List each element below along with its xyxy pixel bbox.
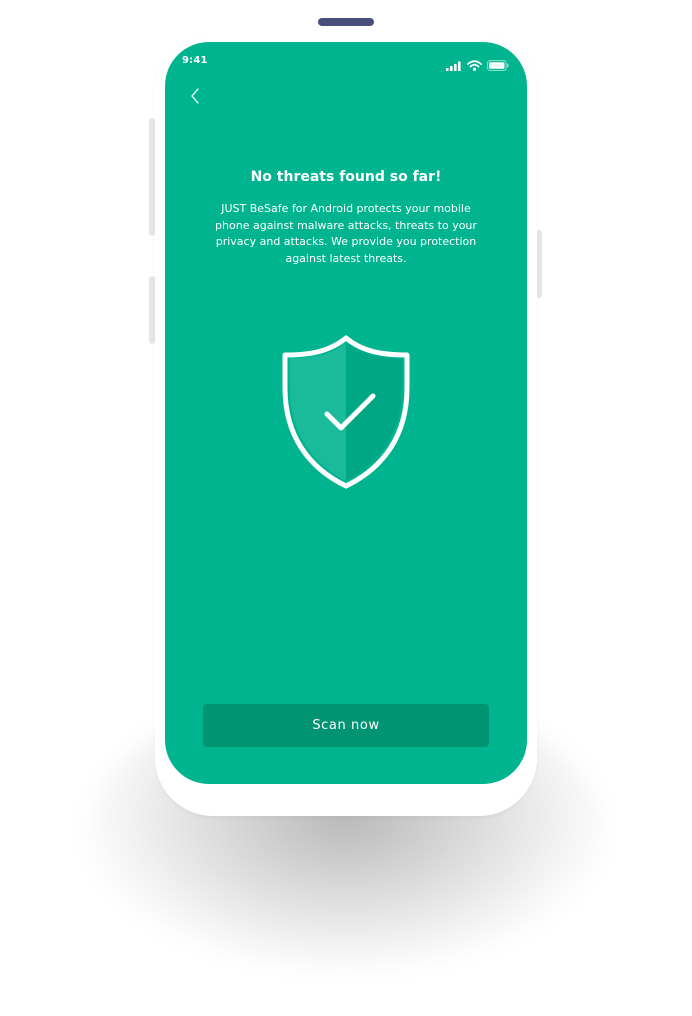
scan-now-button[interactable]: Scan now (203, 704, 489, 747)
mockup-canvas: 9:41 No threats found so far! JUST BeSaf… (0, 0, 692, 1016)
signal-icon (446, 56, 462, 75)
status-time: 9:41 (182, 55, 208, 66)
top-indicator-bar (318, 18, 374, 26)
battery-icon (487, 56, 509, 75)
result-title: No threats found so far! (250, 169, 442, 185)
status-icons (446, 56, 509, 75)
wifi-icon (467, 56, 482, 75)
back-button[interactable] (185, 87, 205, 109)
phone-screen: 9:41 No threats found so far! JUST BeSaf… (165, 42, 527, 784)
chevron-left-icon (190, 88, 200, 108)
result-description: JUST BeSafe for Android protects your mo… (215, 202, 477, 266)
shield-check-icon (281, 334, 411, 490)
